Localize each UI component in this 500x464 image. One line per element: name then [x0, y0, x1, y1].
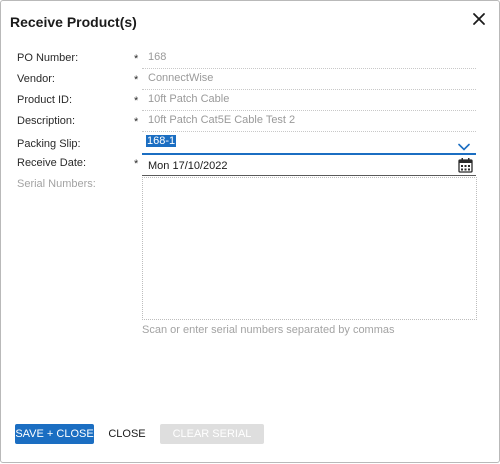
required-marker: * [134, 116, 139, 128]
save-close-button[interactable]: SAVE + CLOSE [15, 424, 94, 444]
clear-serial-list-button[interactable]: CLEAR SERIAL LIST [160, 424, 264, 460]
product-id-field: 10ft Patch Cable [142, 92, 476, 111]
vendor-field: ConnectWise [142, 71, 476, 90]
close-button[interactable]: CLOSE [105, 424, 149, 444]
required-marker: * [134, 95, 139, 107]
receive-products-dialog: Receive Product(s) PO Number: * 168 Vend… [0, 0, 500, 463]
po-number-value: 168 [148, 51, 167, 63]
description-field: 10ft Patch Cat5E Cable Test 2 [142, 113, 476, 132]
serial-numbers-textarea[interactable] [142, 177, 477, 320]
product-id-label: Product ID: [17, 94, 73, 106]
product-id-value: 10ft Patch Cable [148, 93, 230, 105]
dialog-title: Receive Product(s) [10, 14, 137, 30]
serial-numbers-label: Serial Numbers: [17, 178, 96, 190]
description-value: 10ft Patch Cat5E Cable Test 2 [148, 114, 296, 126]
packing-slip-select[interactable]: 168-1 [142, 135, 476, 155]
required-marker: * [134, 74, 139, 86]
description-label: Description: [17, 115, 76, 127]
receive-date-value: Mon 17/10/2022 [148, 160, 228, 172]
serial-numbers-hint: Scan or enter serial numbers separated b… [142, 324, 395, 336]
chevron-down-icon[interactable] [458, 138, 470, 151]
vendor-label: Vendor: [17, 73, 55, 85]
packing-slip-label: Packing Slip: [17, 138, 81, 150]
po-number-field: 168 [142, 50, 476, 69]
packing-slip-value: 168-1 [146, 135, 177, 147]
receive-date-input[interactable]: Mon 17/10/2022 [142, 157, 476, 176]
vendor-value: ConnectWise [148, 72, 214, 84]
required-marker: * [134, 53, 139, 65]
close-icon[interactable] [471, 11, 487, 27]
calendar-icon[interactable] [458, 157, 473, 173]
receive-date-label: Receive Date: [17, 157, 87, 169]
required-marker: * [134, 158, 139, 170]
po-number-label: PO Number: [17, 52, 79, 64]
